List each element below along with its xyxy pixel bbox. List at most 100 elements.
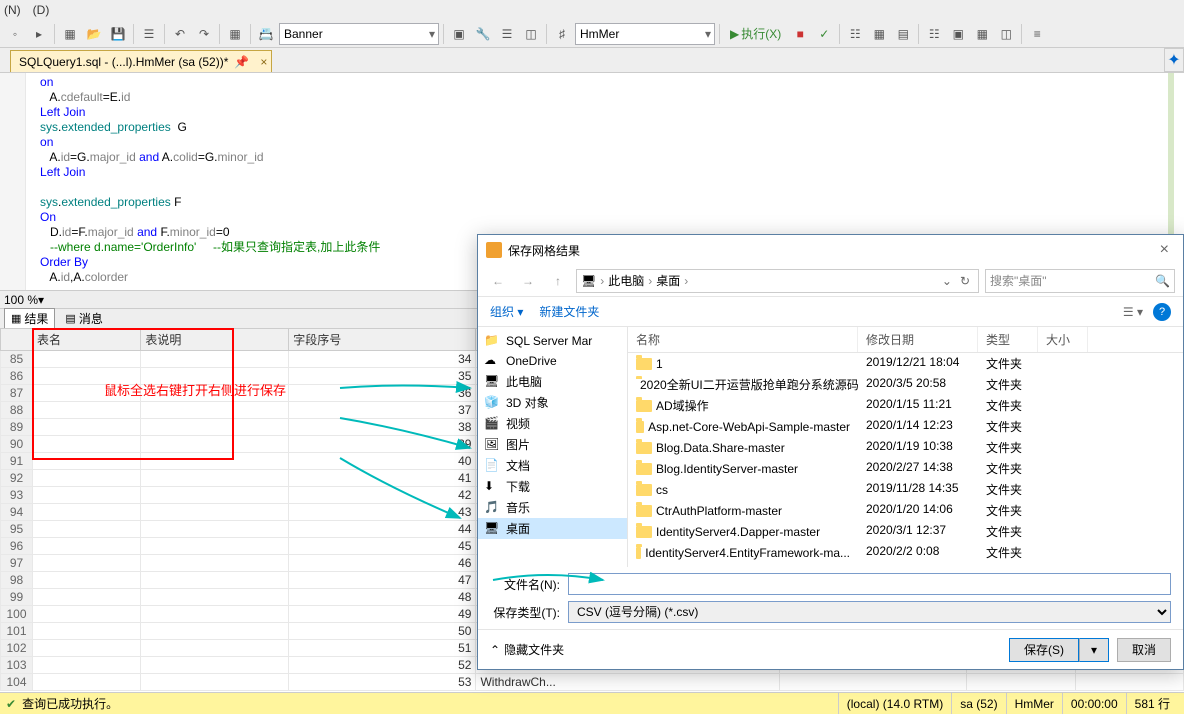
plan-icon[interactable]: ☷ [844,23,866,45]
editor-gutter [0,73,26,290]
file-row[interactable]: CtrAuthPlatform-master2020/1/20 14:06文件夹 [628,500,1183,521]
file-list[interactable]: 名称 修改日期 类型 大小 12019/12/21 18:04文件夹2020全新… [628,327,1183,567]
opt2-icon[interactable]: ▣ [947,23,969,45]
dialog-icon [486,242,502,258]
status-time: 00:00:00 [1062,693,1126,714]
hide-folders-toggle[interactable]: ⌃ 隐藏文件夹 [490,641,564,658]
opt4-icon[interactable]: ◫ [995,23,1017,45]
tree-item[interactable]: 🖼图片 [478,434,627,455]
folder-tree[interactable]: 📁SQL Server Mar☁OneDrive🖥此电脑🧊3D 对象🎬视频🖼图片… [478,327,628,567]
status-bar: ✔ 查询已成功执行。 (local) (14.0 RTM) sa (52) Hm… [0,692,1184,714]
class-icon[interactable]: 📇 [255,23,277,45]
cancel-button[interactable]: 取消 [1117,638,1171,662]
dialog-fields: 文件名(N): 保存类型(T): CSV (逗号分隔) (*.csv) [478,567,1183,629]
save-dialog: 保存网格结果 × ← → ↑ 🖥 ›此电脑 ›桌面 › ⌄ ↻ 搜索"桌面" 🔍… [477,234,1184,670]
col-size[interactable]: 大小 [1038,327,1088,352]
file-row[interactable]: Asp.net-Core-WebApi-Sample-master2020/1/… [628,416,1183,437]
file-row[interactable]: IdentityServer4.Dapper-master2020/3/1 12… [628,521,1183,542]
text-result-icon[interactable]: ▤ [892,23,914,45]
stop-icon[interactable]: ■ [789,23,811,45]
view-icon[interactable]: ☰ ▾ [1123,305,1143,319]
indent-icon[interactable]: ≡ [1026,23,1048,45]
col-type[interactable]: 类型 [978,327,1038,352]
main-toolbar: ◦ ▸ ▦ 📂 💾 ☰ ↶ ↷ ▦ 📇 Banner ▣ 🔧 ☰ ◫ ♯ HmM… [0,20,1184,48]
open-icon[interactable]: 📂 [83,23,105,45]
save-dropdown-icon[interactable]: ▾ [1079,638,1109,662]
nav-back-icon[interactable]: ← [486,269,510,293]
tree-item[interactable]: 🖥此电脑 [478,371,627,392]
dialog-title: 保存网格结果 [508,242,580,259]
dialog-footer: ⌃ 隐藏文件夹 保存(S) ▾ 取消 [478,629,1183,669]
search-input[interactable]: 搜索"桌面" 🔍 [985,269,1175,293]
tree-item[interactable]: 🎵音乐 [478,497,627,518]
col-name[interactable]: 名称 [628,327,858,352]
dialog-toolbar: 组织 ▾ 新建文件夹 ☰ ▾ ? [478,297,1183,327]
sql-file-tab[interactable]: SQLQuery1.sql - (...l).HmMer (sa (52))* … [10,50,272,72]
dialog-titlebar: 保存网格结果 × [478,235,1183,265]
server-icon[interactable]: ▣ [448,23,470,45]
tree-item[interactable]: 📁SQL Server Mar [478,331,627,351]
chart-icon[interactable]: ◫ [520,23,542,45]
filename-input[interactable] [568,573,1171,595]
query-icon[interactable]: ☰ [138,23,160,45]
organize-button[interactable]: 组织 ▾ [490,303,523,320]
file-row[interactable]: 12019/12/21 18:04文件夹 [628,353,1183,374]
tab-results[interactable]: ▦ 结果 [4,308,55,329]
save-icon[interactable]: 💾 [107,23,129,45]
nav-fwd-icon[interactable]: → [516,269,540,293]
table-icon[interactable]: ▦ [224,23,246,45]
tab-messages[interactable]: ▤ 消息 [59,309,108,328]
status-rows: 581 行 [1126,693,1178,714]
pc-icon: 🖥 [581,274,596,288]
nav-back-icon[interactable]: ◦ [4,23,26,45]
grid-result-icon[interactable]: ▦ [868,23,890,45]
refresh-icon[interactable]: ↻ [956,274,974,288]
file-row[interactable]: cs2019/11/28 14:35文件夹 [628,479,1183,500]
address-bar[interactable]: 🖥 ›此电脑 ›桌面 › ⌄ ↻ [576,269,979,293]
file-row[interactable]: Blog.Data.Share-master2020/1/19 10:38文件夹 [628,437,1183,458]
new-folder-button[interactable]: 新建文件夹 [539,303,599,320]
success-icon: ✔ [6,697,16,711]
search-icon: 🔍 [1155,274,1170,288]
tree-item[interactable]: ⬇下载 [478,476,627,497]
col-date[interactable]: 修改日期 [858,327,978,352]
file-row[interactable]: IdentityServer4.EntityFramework-ma...202… [628,542,1183,563]
execute-button[interactable]: ▶ 执行(X) [724,25,787,42]
close-icon[interactable]: × [260,55,267,69]
filename-label: 文件名(N): [490,576,560,593]
class-combo[interactable]: Banner [279,23,439,45]
save-button[interactable]: 保存(S) ▾ [1009,638,1109,662]
nav-up-icon[interactable]: ↑ [546,269,570,293]
opt3-icon[interactable]: ▦ [971,23,993,45]
db-combo[interactable]: HmMer [575,23,715,45]
parse-icon[interactable]: ✓ [813,23,835,45]
menu-bar[interactable]: (N)(D) [0,0,1184,20]
help-icon[interactable]: ? [1153,303,1171,321]
tree-item[interactable]: 🧊3D 对象 [478,392,627,413]
status-message: 查询已成功执行。 [22,695,118,712]
redo-icon[interactable]: ↷ [193,23,215,45]
status-user: sa (52) [951,693,1005,714]
expand-panel-button[interactable]: ✦ [1164,48,1184,72]
status-server: (local) (14.0 RTM) [838,693,951,714]
document-tabs: SQLQuery1.sql - (...l).HmMer (sa (52))* … [0,48,1184,72]
tree-item[interactable]: 🎬视频 [478,413,627,434]
close-icon[interactable]: × [1154,241,1175,259]
file-row[interactable]: Blog.IdentityServer-master2020/2/27 14:3… [628,458,1183,479]
pin-icon[interactable]: 📌 [234,55,249,69]
filetype-select[interactable]: CSV (逗号分隔) (*.csv) [568,601,1171,623]
tree-item[interactable]: 🖥桌面 [478,518,627,539]
undo-icon[interactable]: ↶ [169,23,191,45]
filter-icon[interactable]: ♯ [551,23,573,45]
dialog-nav: ← → ↑ 🖥 ›此电脑 ›桌面 › ⌄ ↻ 搜索"桌面" 🔍 [478,265,1183,297]
new-query-icon[interactable]: ▦ [59,23,81,45]
opt1-icon[interactable]: ☷ [923,23,945,45]
filetype-label: 保存类型(T): [490,604,560,621]
wrench-icon[interactable]: 🔧 [472,23,494,45]
nav-fwd-icon[interactable]: ▸ [28,23,50,45]
file-row[interactable]: AD域操作2020/1/15 11:21文件夹 [628,395,1183,416]
tree-item[interactable]: ☁OneDrive [478,351,627,371]
tree-item[interactable]: 📄文档 [478,455,627,476]
props-icon[interactable]: ☰ [496,23,518,45]
file-row[interactable]: 2020全新UI二开运营版抢单跑分系统源码2020/3/5 20:58文件夹 [628,374,1183,395]
